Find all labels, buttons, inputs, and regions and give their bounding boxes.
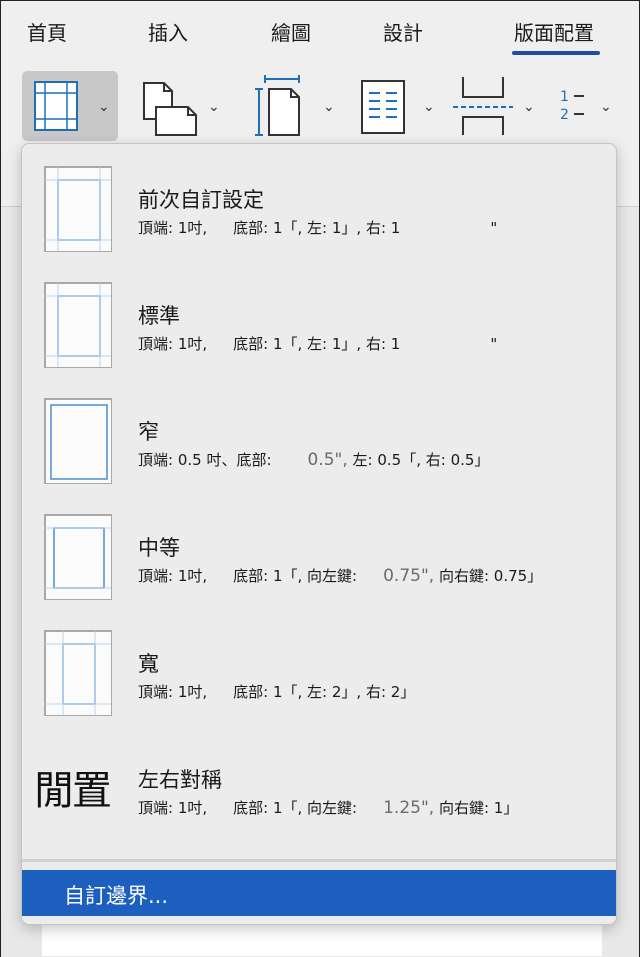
breaks-button[interactable]: ⌄ xyxy=(451,71,543,141)
svg-text:1: 1 xyxy=(560,89,569,105)
size-icon xyxy=(255,75,300,136)
margin-option-description: 頂端: 0.5 吋、底部: 0.5", 左: 0.5「, 右: 0.5」 xyxy=(138,450,490,470)
orientation-icon xyxy=(143,82,197,136)
margin-option-wide[interactable]: 寬 頂端: 1吋, 底部: 1「, 左: 2」, 右: 2」 xyxy=(22,608,616,720)
chevron-down-icon: ⌄ xyxy=(600,99,612,115)
custom-margins-label: 自訂邊界... xyxy=(64,884,169,908)
ribbon-tabs: 首頁 插入 繪圖 設計 版面配置 xyxy=(1,1,639,61)
margin-option-normal[interactable]: 標準 頂端: 1吋, 底部: 1「, 左: 1」, 右: 1 " xyxy=(22,260,616,372)
line-numbers-icon: 1 2 xyxy=(560,89,584,123)
margin-option-title: 寬 xyxy=(138,652,159,676)
chevron-down-icon: ⌄ xyxy=(208,99,220,115)
page-margins-thumbnail xyxy=(44,514,112,600)
tab-design[interactable]: 設計 xyxy=(383,17,423,46)
columns-button[interactable]: ⌄ xyxy=(357,71,445,141)
margin-option-title: 窄 xyxy=(138,420,159,444)
mirrored-margins-thumbnail: 閒置 xyxy=(34,768,112,814)
line-numbers-button[interactable]: 1 2 ⌄ xyxy=(556,71,626,141)
page-margins-thumbnail xyxy=(44,282,112,368)
active-tab-indicator xyxy=(512,51,600,55)
breaks-icon xyxy=(453,77,513,135)
margin-option-moderate[interactable]: 中等 頂端: 1吋, 底部: 1「, 向左鍵: 0.75", 向右鍵: 0.75」 xyxy=(22,492,616,604)
margin-option-last-custom[interactable]: 前次自訂設定 頂端: 1吋, 底部: 1「, 左: 1」, 右: 1 " xyxy=(22,144,616,256)
custom-margins-item[interactable]: 自訂邊界... xyxy=(22,870,616,916)
tab-layout[interactable]: 版面配置 xyxy=(514,17,594,46)
chevron-down-icon: ⌄ xyxy=(523,99,535,115)
chevron-down-icon: ⌄ xyxy=(423,99,435,115)
margin-option-mirrored[interactable]: 閒置 左右對稱 頂端: 1吋, 底部: 1「, 向左鍵: 1.25", 向右鍵: 1… xyxy=(22,724,616,836)
margin-option-narrow[interactable]: 窄 頂端: 0.5 吋、底部: 0.5", 左: 0.5「, 右: 0.5」 xyxy=(22,376,616,488)
tab-home[interactable]: 首頁 xyxy=(27,17,67,46)
margin-option-title: 前次自訂設定 xyxy=(138,188,264,212)
ribbon-toolbar: ⌄ ⌄ ⌄ ⌄ ⌄ 1 2 ⌄ xyxy=(1,71,639,141)
margin-option-description: 頂端: 1吋, 底部: 1「, 向左鍵: 0.75", 向右鍵: 0.75」 xyxy=(138,566,543,586)
svg-text:2: 2 xyxy=(560,107,569,123)
tab-insert[interactable]: 插入 xyxy=(148,17,188,46)
margins-dropdown-menu: 前次自訂設定 頂端: 1吋, 底部: 1「, 左: 1」, 右: 1 " 標準 頂端… xyxy=(21,143,617,925)
orientation-button[interactable]: ⌄ xyxy=(136,71,228,141)
margin-option-title: 左右對稱 xyxy=(138,768,222,792)
menu-separator xyxy=(22,859,616,862)
chevron-down-icon: ⌄ xyxy=(323,99,335,115)
margin-option-title: 中等 xyxy=(138,536,180,560)
page-margins-thumbnail xyxy=(44,166,112,252)
margins-icon xyxy=(34,81,78,131)
page-margins-thumbnail xyxy=(44,630,112,716)
tab-draw[interactable]: 繪圖 xyxy=(271,17,311,46)
margin-option-title: 標準 xyxy=(138,304,180,328)
chevron-down-icon: ⌄ xyxy=(98,99,110,115)
columns-icon xyxy=(361,80,405,134)
margin-option-description: 頂端: 1吋, 底部: 1「, 左: 1」, 右: 1 " xyxy=(138,335,498,353)
margin-option-description: 頂端: 1吋, 底部: 1「, 左: 1」, 右: 1 " xyxy=(138,219,498,237)
size-button[interactable]: ⌄ xyxy=(251,71,343,141)
margin-option-description: 頂端: 1吋, 底部: 1「, 左: 2」, 右: 2」 xyxy=(138,683,416,701)
margin-option-description: 頂端: 1吋, 底部: 1「, 向左鍵: 1.25", 向右鍵: 1」 xyxy=(138,798,519,818)
page-margins-thumbnail xyxy=(44,398,112,484)
margins-button[interactable]: ⌄ xyxy=(22,71,118,141)
